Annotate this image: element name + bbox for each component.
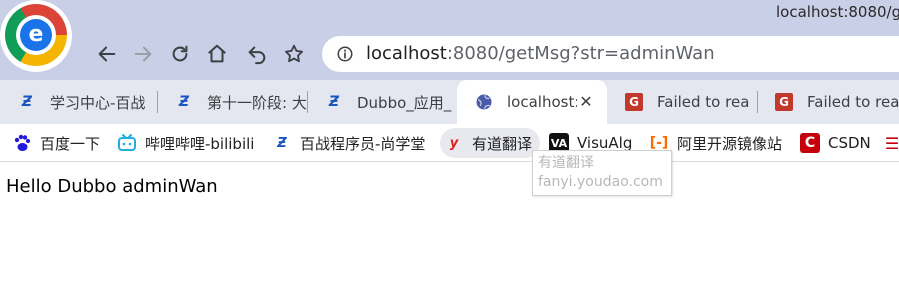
youdao-icon: y bbox=[449, 135, 459, 151]
bookmark-bz-programmer[interactable]: Ƶ 百战程序员-尚学堂 bbox=[268, 128, 433, 158]
bookmark-label: 百战程序员-尚学堂 bbox=[300, 134, 426, 153]
page-body-text: Hello Dubbo adminWan bbox=[6, 176, 218, 197]
tab-label: Failed to rea bbox=[657, 93, 750, 111]
bookmark-overflow[interactable]: ☰ bbox=[878, 128, 899, 158]
bz-logo-icon: Ƶ bbox=[328, 94, 340, 110]
tab-failed-1[interactable]: G Failed to rea bbox=[607, 80, 757, 124]
back-button[interactable] bbox=[93, 40, 121, 68]
window-title: localhost:8080/ge bbox=[776, 3, 899, 21]
star-icon bbox=[285, 44, 303, 63]
forward-arrow-icon bbox=[134, 46, 152, 62]
bilibili-tv-icon bbox=[118, 134, 136, 151]
reload-icon bbox=[172, 45, 188, 62]
reload-button[interactable] bbox=[166, 40, 194, 68]
tab-study-center[interactable]: Ƶ 学习中心-百战 bbox=[0, 80, 157, 124]
bookmark-star-button[interactable] bbox=[280, 40, 308, 68]
home-icon bbox=[208, 44, 226, 63]
overflow-bookmark-icon: ☰ bbox=[884, 133, 899, 153]
bz-logo-icon: Ƶ bbox=[21, 94, 33, 110]
bz-logo-icon: Ƶ bbox=[178, 94, 190, 110]
bookmarks-bar: 百度一下 哔哩哔哩-bilibili Ƶ 百战程序员-尚学堂 y 有道翻译 VA… bbox=[0, 124, 899, 162]
tab-label: localhost:8 bbox=[507, 93, 577, 111]
failed-g-icon: G bbox=[625, 93, 643, 111]
home-button[interactable] bbox=[203, 40, 231, 68]
bz-logo-icon: Ƶ bbox=[277, 135, 287, 151]
info-icon[interactable] bbox=[336, 45, 354, 63]
bookmark-label: 有道翻译 bbox=[472, 134, 533, 153]
tab-localhost[interactable]: localhost:8 ✕ bbox=[457, 80, 607, 124]
back-arrow-icon bbox=[98, 46, 116, 62]
url-host: localhost bbox=[366, 43, 447, 64]
failed-g-icon: G bbox=[775, 93, 793, 111]
tooltip-title: 有道翻译 bbox=[538, 155, 594, 171]
tab-dubbo[interactable]: Ƶ Dubbo_应用_ bbox=[307, 80, 457, 124]
tab-label: 学习中心-百战 bbox=[50, 93, 146, 112]
url-text[interactable]: localhost:8080/getMsg?str=adminWan bbox=[366, 43, 715, 64]
tab-label: 第十一阶段: ⼤ bbox=[207, 93, 307, 112]
bookmark-label: CSDN bbox=[828, 134, 871, 152]
tooltip-url: fanyi.youdao.com bbox=[538, 174, 663, 190]
bookmark-label: 哔哩哔哩-bilibili bbox=[145, 134, 255, 153]
csdn-icon: C bbox=[800, 133, 820, 153]
bookmark-label: 百度一下 bbox=[40, 134, 101, 153]
tab-failed-2[interactable]: G Failed to rea bbox=[757, 80, 899, 124]
browser-logo-icon: e bbox=[0, 0, 72, 72]
baidu-paw-icon bbox=[14, 134, 31, 151]
bookmark-label: 阿里开源镜像站 bbox=[677, 134, 783, 153]
bookmark-csdn[interactable]: C CSDN bbox=[796, 128, 879, 158]
undo-icon bbox=[248, 46, 266, 65]
tab-stage-eleven[interactable]: Ƶ 第十一阶段: ⼤ bbox=[157, 80, 307, 124]
tab-strip: Ƶ 学习中心-百战 Ƶ 第十一阶段: ⼤ Ƶ Dubbo_应用_ localho… bbox=[0, 80, 899, 124]
url-path: :8080/getMsg?str=adminWan bbox=[446, 43, 715, 64]
bookmark-youdao[interactable]: y 有道翻译 bbox=[440, 128, 541, 158]
bookmark-tooltip: 有道翻译 fanyi.youdao.com bbox=[532, 150, 672, 196]
bookmark-baidu[interactable]: 百度一下 bbox=[8, 128, 108, 158]
bookmark-bilibili[interactable]: 哔哩哔哩-bilibili bbox=[113, 128, 262, 158]
forward-button[interactable] bbox=[129, 40, 157, 68]
globe-icon bbox=[476, 94, 492, 110]
tab-label: Failed to rea bbox=[807, 93, 899, 111]
tab-label: Dubbo_应用_ bbox=[357, 93, 452, 112]
address-bar[interactable]: localhost:8080/getMsg?str=adminWan bbox=[322, 36, 899, 72]
undo-button[interactable] bbox=[243, 40, 271, 68]
browser-logo-letter: e bbox=[20, 19, 52, 51]
close-icon[interactable]: ✕ bbox=[577, 93, 595, 111]
